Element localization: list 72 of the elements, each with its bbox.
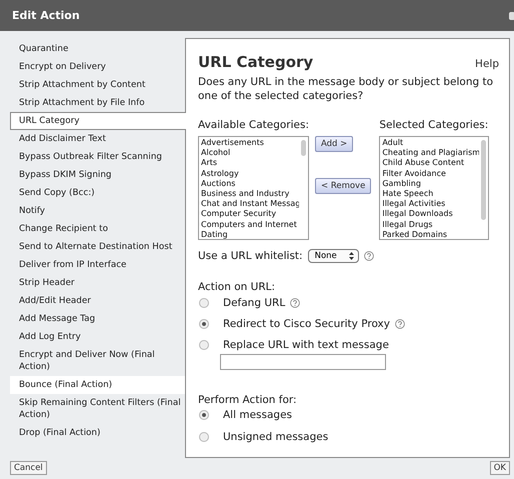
action-item[interactable]: Strip Attachment by Content (10, 76, 185, 94)
radio-label: All messages (223, 409, 292, 421)
help-link[interactable]: Help (475, 58, 499, 70)
action-item[interactable]: Drop (Final Action) (10, 424, 185, 442)
action-item[interactable]: Bypass Outbreak Filter Scanning (10, 148, 185, 166)
list-option[interactable]: Business and Industry (201, 189, 297, 200)
list-option[interactable]: Computer Security (201, 209, 297, 220)
help-icon[interactable] (395, 319, 405, 329)
question-text: Does any URL in the message body or subject belong to one of the selected categories? (198, 75, 494, 103)
remove-button[interactable]: < Remove (315, 178, 372, 194)
radio-label: Unsigned messages (223, 431, 328, 443)
action-item[interactable]: Quarantine (10, 40, 185, 58)
list-option[interactable]: Parked Domains (382, 230, 478, 239)
list-option[interactable]: Dating (201, 230, 297, 239)
radio-button[interactable] (199, 319, 209, 329)
whitelist-select[interactable]: None (308, 249, 359, 263)
list-option[interactable]: Filter Avoidance (382, 168, 478, 179)
list-option[interactable]: Computers and Internet (201, 220, 297, 230)
action-item[interactable]: URL Category (10, 112, 186, 130)
radio-button[interactable] (199, 298, 209, 308)
action-item[interactable]: Skip Remaining Content Filters (Final Action) (10, 394, 185, 424)
section-label: Perform Action for: (198, 394, 297, 406)
list-label: Available Categories: (198, 119, 309, 131)
radio-button[interactable] (199, 432, 209, 442)
text-field[interactable] (220, 354, 386, 370)
radio-label: Redirect to Cisco Security Proxy (223, 318, 390, 330)
whitelist-label: Use a URL whitelist: (198, 250, 303, 262)
list-option[interactable]: Arts (201, 158, 297, 169)
list-option[interactable]: Advertisements (201, 138, 297, 148)
scrollbar-thumb[interactable] (481, 140, 486, 220)
list-option[interactable]: Astrology (201, 168, 297, 179)
action-item[interactable]: Encrypt on Delivery (10, 58, 185, 76)
action-item[interactable]: Strip Attachment by File Info (10, 94, 185, 112)
list-option[interactable]: Child Abuse Content (382, 158, 478, 169)
radio-button[interactable] (199, 410, 209, 420)
action-item[interactable]: Bypass DKIM Signing (10, 166, 185, 184)
action-item[interactable]: Add Message Tag (10, 310, 185, 328)
action-item[interactable]: Send to Alternate Destination Host (10, 238, 185, 256)
action-item[interactable]: Add Log Entry (10, 328, 185, 346)
action-item[interactable]: Add/Edit Header (10, 292, 185, 310)
ok-button[interactable]: OK (490, 461, 510, 475)
list-label: Selected Categories: (379, 119, 490, 131)
radio-label: Defang URL (223, 297, 286, 309)
action-item[interactable]: Send Copy (Bcc:) (10, 184, 185, 202)
list-option[interactable]: Gambling (382, 178, 478, 190)
action-item[interactable]: Encrypt and Deliver Now (Final Action) (10, 346, 185, 376)
list-option[interactable]: Auctions (201, 178, 297, 190)
action-item[interactable]: Deliver from IP Interface (10, 256, 185, 274)
help-icon[interactable] (364, 251, 374, 261)
action-item[interactable]: Bounce (Final Action) (10, 376, 185, 394)
radio-button[interactable] (199, 340, 209, 350)
list-option[interactable]: Illegal Activities (382, 199, 478, 210)
help-icon[interactable] (290, 298, 300, 308)
action-item[interactable]: Add Disclaimer Text (10, 130, 185, 148)
stepper-icon (348, 252, 354, 260)
window-title: Edit Action (12, 9, 80, 22)
list-option[interactable]: Cheating and Plagiarism (382, 148, 478, 158)
panel-title: URL Category (198, 53, 314, 71)
list-option[interactable]: Illegal Drugs (382, 220, 478, 230)
add-button[interactable]: Add > (315, 136, 354, 152)
cancel-button[interactable]: Cancel (10, 461, 47, 475)
action-item[interactable]: Notify (10, 202, 185, 220)
action-item[interactable]: Change Recipient to (10, 220, 185, 238)
list-option[interactable]: Alcohol (201, 148, 297, 158)
selected-list[interactable]: Adult Cheating and Plagiarism Child Abuse Content Filter Avoidance Gambling Hate Speech Illegal Activities Illegal Downloads Illegal Drugs Parked Domains (379, 136, 490, 240)
list-option[interactable]: Hate Speech (382, 189, 478, 200)
action-item[interactable]: Strip Header (10, 274, 185, 292)
list-option[interactable]: Illegal Downloads (382, 209, 478, 220)
list-option[interactable]: Adult (382, 138, 478, 148)
scrollbar-thumb[interactable] (301, 140, 306, 156)
section-label: Action on URL: (198, 281, 276, 293)
radio-label: Replace URL with text message (223, 339, 389, 351)
